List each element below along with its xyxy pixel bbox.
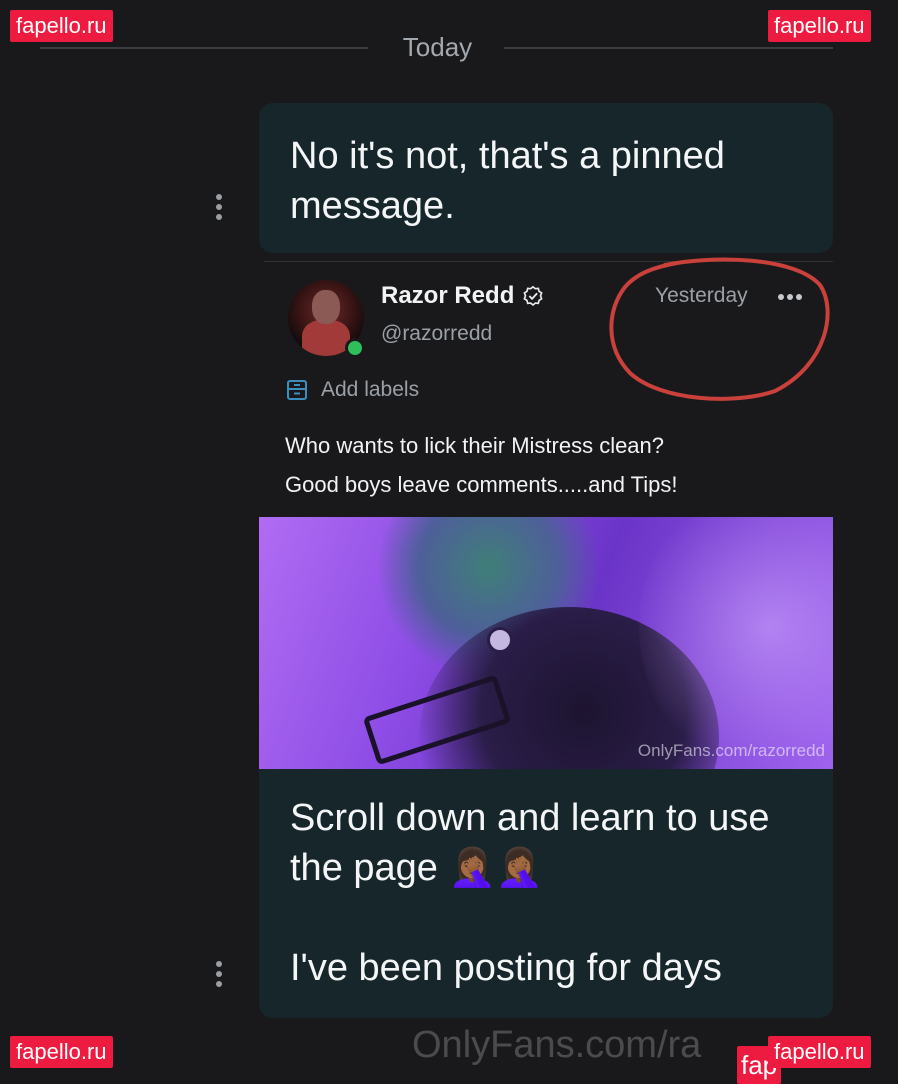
divider-line-left bbox=[40, 47, 368, 49]
post-text-line: Who wants to lick their Mistress clean? bbox=[285, 433, 665, 458]
footer-watermark: OnlyFans.com/ra bbox=[412, 1024, 702, 1066]
date-divider-label: Today bbox=[402, 32, 473, 62]
message-line: Scroll down and learn to use bbox=[290, 797, 770, 839]
message-text: Scroll down and learn to use the page 🤦🏾… bbox=[290, 793, 820, 993]
add-labels-text: Add labels bbox=[321, 378, 420, 401]
author-handle[interactable]: @razorredd bbox=[381, 322, 492, 346]
divider-line-right bbox=[504, 47, 833, 49]
watermark-bottom-left: fapello.ru bbox=[10, 1036, 113, 1068]
author-name: Razor Redd bbox=[381, 282, 515, 309]
message-options-icon[interactable] bbox=[214, 961, 224, 987]
verified-badge-icon bbox=[523, 285, 543, 307]
message-bubble[interactable]: Scroll down and learn to use the page 🤦🏾… bbox=[259, 769, 833, 1018]
date-divider: Today bbox=[40, 24, 833, 72]
post-image[interactable]: OnlyFans.com/razorredd bbox=[259, 517, 833, 769]
label-icon bbox=[287, 380, 307, 400]
message-line: the page 🤦🏾‍♀️🤦🏾‍♀️ bbox=[290, 843, 820, 893]
add-labels-row[interactable]: Add labels bbox=[285, 378, 419, 402]
message-bubble[interactable]: No it's not, that's a pinned message. bbox=[259, 103, 833, 253]
message-line-text: the page bbox=[290, 847, 438, 889]
watermark-bottom-right: fapello.ru bbox=[768, 1036, 871, 1068]
facepalm-emoji-icon: 🤦🏾‍♀️🤦🏾‍♀️ bbox=[448, 847, 544, 889]
online-status-dot bbox=[345, 338, 365, 358]
post-text-line: Good boys leave comments.....and Tips! bbox=[285, 472, 678, 497]
annotation-circle bbox=[609, 257, 830, 401]
post-text: Who wants to lick their Mistress clean? … bbox=[285, 426, 833, 504]
image-watermark: OnlyFans.com/razorredd bbox=[637, 741, 825, 760]
message-options-icon[interactable] bbox=[214, 194, 224, 220]
author-name-row[interactable]: Razor Redd bbox=[381, 282, 544, 310]
message-line: I've been posting for days bbox=[290, 947, 722, 989]
message-text: No it's not, that's a pinned message. bbox=[290, 135, 725, 227]
